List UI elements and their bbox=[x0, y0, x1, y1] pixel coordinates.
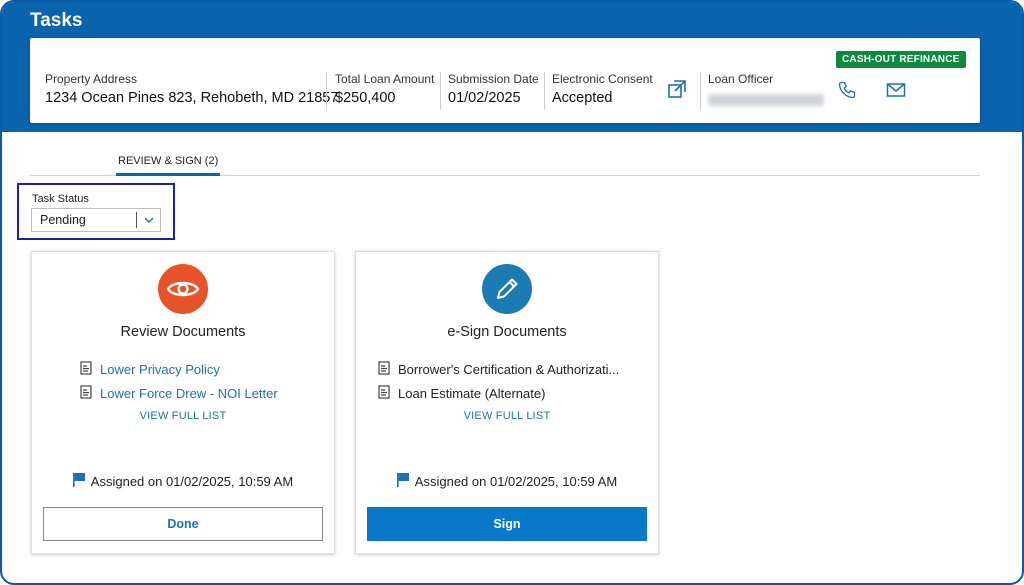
redacted-name bbox=[708, 94, 824, 106]
external-link-icon[interactable] bbox=[666, 78, 688, 100]
loan-amount-value: $250,400 bbox=[335, 90, 396, 106]
document-icon bbox=[378, 361, 390, 378]
submission-date-label: Submission Date bbox=[448, 72, 539, 86]
divider bbox=[544, 72, 545, 110]
flag-icon bbox=[396, 473, 409, 490]
review-documents-card: Review Documents Lower Privacy Policy Lo… bbox=[31, 251, 335, 554]
loan-type-badge: CASH-OUT REFINANCE bbox=[836, 51, 966, 68]
list-item[interactable]: Borrower's Certification & Authorizati..… bbox=[378, 361, 619, 378]
app-window: Tasks CASH-OUT REFINANCE Property Addres… bbox=[0, 0, 1024, 585]
loan-amount-field: Total Loan Amount $250,400 bbox=[335, 72, 434, 106]
loan-info-card: CASH-OUT REFINANCE Property Address 1234… bbox=[30, 38, 980, 123]
document-link[interactable]: Lower Force Drew - NOI Letter bbox=[100, 386, 278, 401]
task-status-value: Pending bbox=[40, 213, 86, 227]
assigned-date: Assigned on 01/02/2025, 10:59 AM bbox=[356, 473, 658, 490]
divider bbox=[700, 72, 701, 110]
chevron-down-icon[interactable] bbox=[142, 212, 156, 233]
document-icon bbox=[80, 361, 92, 378]
property-address-field: Property Address 1234 Ocean Pines 823, R… bbox=[45, 72, 338, 106]
loan-officer-field: Loan Officer bbox=[708, 72, 824, 106]
submission-date-value: 01/02/2025 bbox=[448, 90, 521, 106]
esign-documents-card: e-Sign Documents Borrower's Certificatio… bbox=[355, 251, 659, 554]
eye-icon bbox=[158, 264, 208, 314]
list-item[interactable]: Lower Privacy Policy bbox=[80, 361, 220, 378]
envelope-icon[interactable] bbox=[884, 80, 908, 100]
select-separator bbox=[136, 212, 137, 228]
task-status-filter: Task Status Pending bbox=[17, 183, 175, 240]
page-title: Tasks bbox=[30, 10, 83, 31]
task-status-select[interactable]: Pending bbox=[31, 208, 161, 232]
property-address-value: 1234 Ocean Pines 823, Rehobeth, MD 21857 bbox=[45, 90, 339, 106]
divider bbox=[440, 72, 441, 110]
loan-officer-label: Loan Officer bbox=[708, 72, 774, 86]
task-status-label: Task Status bbox=[32, 193, 89, 205]
assigned-text: Assigned on 01/02/2025, 10:59 AM bbox=[90, 474, 294, 489]
view-full-list-link[interactable]: VIEW FULL LIST bbox=[32, 410, 334, 422]
divider bbox=[326, 72, 327, 110]
pencil-icon bbox=[482, 264, 532, 314]
loan-amount-label: Total Loan Amount bbox=[335, 72, 435, 86]
tab-review-and-sign[interactable]: REVIEW & SIGN (2) bbox=[116, 151, 221, 176]
view-full-list-link[interactable]: VIEW FULL LIST bbox=[356, 410, 658, 422]
document-name[interactable]: Loan Estimate (Alternate) bbox=[398, 386, 545, 401]
tab-bar: REVIEW & SIGN (2) bbox=[30, 151, 980, 176]
property-address-label: Property Address bbox=[45, 72, 138, 86]
done-button[interactable]: Done bbox=[43, 507, 323, 541]
sign-button[interactable]: Sign bbox=[367, 507, 647, 541]
electronic-consent-field: Electronic Consent Accepted bbox=[552, 72, 653, 106]
document-icon bbox=[80, 385, 92, 402]
electronic-consent-value: Accepted bbox=[552, 90, 613, 106]
list-item[interactable]: Lower Force Drew - NOI Letter bbox=[80, 385, 278, 402]
assigned-date: Assigned on 01/02/2025, 10:59 AM bbox=[32, 473, 334, 490]
document-name[interactable]: Borrower's Certification & Authorizati..… bbox=[398, 362, 619, 377]
electronic-consent-label: Electronic Consent bbox=[552, 72, 653, 86]
flag-icon bbox=[72, 473, 85, 490]
list-item[interactable]: Loan Estimate (Alternate) bbox=[378, 385, 545, 402]
document-icon bbox=[378, 385, 390, 402]
document-link[interactable]: Lower Privacy Policy bbox=[100, 362, 220, 377]
card-title: Review Documents bbox=[120, 324, 246, 340]
assigned-text: Assigned on 01/02/2025, 10:59 AM bbox=[414, 474, 618, 489]
card-title: e-Sign Documents bbox=[447, 324, 567, 340]
submission-date-field: Submission Date 01/02/2025 bbox=[448, 72, 539, 106]
phone-icon[interactable] bbox=[836, 79, 858, 101]
